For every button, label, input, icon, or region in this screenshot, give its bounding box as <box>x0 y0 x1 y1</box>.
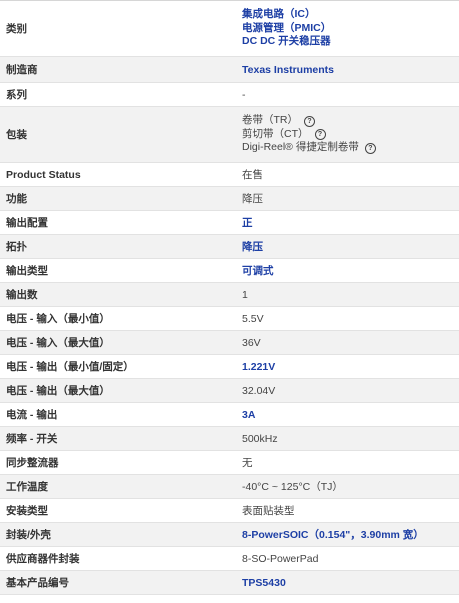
attr-row-output-config: 输出配置 正 <box>0 211 459 235</box>
attr-label: 电压 - 输出（最大值） <box>6 385 110 397</box>
category-link-dcdc[interactable]: DC DC 开关稳压器 <box>242 35 331 49</box>
attr-label: 供应商器件封装 <box>6 553 80 565</box>
question-circle-icon[interactable]: ? <box>304 115 315 127</box>
attr-label: 安装类型 <box>6 505 48 517</box>
attr-row-switch-frequency: 频率 - 开关 500kHz <box>0 427 459 451</box>
attr-row-mounting-type: 安装类型 表面贴装型 <box>0 499 459 523</box>
attr-row-current-output: 电流 - 输出 3A <box>0 403 459 427</box>
attr-label: 基本产品编号 <box>6 577 69 589</box>
attr-label: 类别 <box>6 23 27 35</box>
attr-label: 功能 <box>6 193 27 205</box>
attr-row-product-status: Product Status 在售 <box>0 163 459 187</box>
attr-row-function: 功能 降压 <box>0 187 459 211</box>
attr-row-package-case: 封装/外壳 8-PowerSOIC（0.154"，3.90mm 宽） <box>0 523 459 547</box>
attr-label: 制造商 <box>6 64 38 76</box>
attr-label: 电压 - 输出（最小值/固定） <box>6 361 134 373</box>
packaging-option: Digi-Reel® 得捷定制卷带 <box>242 141 359 154</box>
question-circle-icon[interactable]: ? <box>314 129 326 140</box>
attr-label: Product Status <box>6 168 81 181</box>
manufacturer-link[interactable]: Texas Instruments <box>242 64 459 76</box>
attr-row-operating-temp: 工作温度 -40°C ~ 125°C（TJ） <box>0 475 459 499</box>
attr-row-manufacturer: 制造商 Texas Instruments <box>0 57 459 83</box>
attr-row-vin-min: 电压 - 输入（最小值） 5.5V <box>0 307 459 331</box>
attr-value: - <box>242 88 246 101</box>
attr-value: 集成电路（IC） 电源管理（PMIC） DC DC 开关稳压器 <box>242 8 459 49</box>
attr-row-category: 类别 集成电路（IC） 电源管理（PMIC） DC DC 开关稳压器 <box>0 1 459 57</box>
attr-row-vout-max: 电压 - 输出（最大值） 32.04V <box>0 379 459 403</box>
attr-value: 降压 <box>242 193 263 205</box>
attr-label: 拓扑 <box>6 241 27 253</box>
attr-row-supplier-package: 供应商器件封装 8-SO-PowerPad <box>0 547 459 571</box>
attr-value: 表面贴装型 <box>242 505 295 517</box>
attr-value: 在售 <box>242 169 263 181</box>
attr-row-packaging: 包装 卷带（TR）? 剪切带（CT）? Digi-Reel® 得捷定制卷带? <box>0 107 459 163</box>
attr-value: 1 <box>242 288 248 301</box>
attr-value: 36V <box>242 336 261 349</box>
question-circle-icon[interactable]: ? <box>364 142 376 154</box>
attr-label: 输出类型 <box>6 265 48 277</box>
attr-label: 电流 - 输出 <box>6 409 58 421</box>
attr-label: 系列 <box>6 89 27 101</box>
attr-label: 同步整流器 <box>6 457 59 469</box>
vout-min-link[interactable]: 1.221V <box>242 361 459 373</box>
attr-row-base-part-number: 基本产品编号 TPS5430 <box>0 571 459 595</box>
attr-row-vin-max: 电压 - 输入（最大值） 36V <box>0 331 459 355</box>
attr-row-sync-rectifier: 同步整流器 无 <box>0 451 459 475</box>
current-output-link[interactable]: 3A <box>242 409 459 421</box>
attr-value: 卷带（TR）? 剪切带（CT）? Digi-Reel® 得捷定制卷带? <box>242 114 459 155</box>
attr-value: 32.04V <box>242 384 276 397</box>
packaging-option: 卷带（TR） <box>242 114 298 127</box>
output-config-link[interactable]: 正 <box>242 215 459 230</box>
attr-label: 工作温度 <box>6 481 48 493</box>
topology-link[interactable]: 降压 <box>242 239 459 254</box>
attr-label: 频率 - 开关 <box>6 433 58 445</box>
output-type-link[interactable]: 可调式 <box>242 263 459 278</box>
attr-label: 电压 - 输入（最小值） <box>6 313 110 325</box>
attr-value: 无 <box>242 457 253 469</box>
attr-label: 包装 <box>6 129 27 141</box>
packaging-option: 剪切带（CT） <box>242 127 309 140</box>
product-attributes-table: 类别 集成电路（IC） 电源管理（PMIC） DC DC 开关稳压器 制造商 T… <box>0 0 459 595</box>
attr-label: 输出数 <box>6 289 38 301</box>
package-case-link[interactable]: 8-PowerSOIC（0.154"，3.90mm 宽） <box>242 527 459 542</box>
attr-row-vout-min: 电压 - 输出（最小值/固定） 1.221V <box>0 355 459 379</box>
attr-value: 500kHz <box>242 432 278 445</box>
attr-row-series: 系列 - <box>0 83 459 107</box>
attr-label: 输出配置 <box>6 217 48 229</box>
category-link-pmic[interactable]: 电源管理（PMIC） <box>242 22 331 36</box>
attr-label: 封装/外壳 <box>6 529 51 541</box>
attr-value: 8-SO-PowerPad <box>242 552 319 565</box>
attr-row-topology: 拓扑 降压 <box>0 235 459 259</box>
attr-value: 5.5V <box>242 312 264 325</box>
attr-row-output-count: 输出数 1 <box>0 283 459 307</box>
attr-value: -40°C ~ 125°C（TJ） <box>242 481 343 493</box>
category-link-ic[interactable]: 集成电路（IC） <box>242 8 316 22</box>
attr-label: 电压 - 输入（最大值） <box>6 337 110 349</box>
attr-row-output-type: 输出类型 可调式 <box>0 259 459 283</box>
base-part-number-link[interactable]: TPS5430 <box>242 577 459 589</box>
